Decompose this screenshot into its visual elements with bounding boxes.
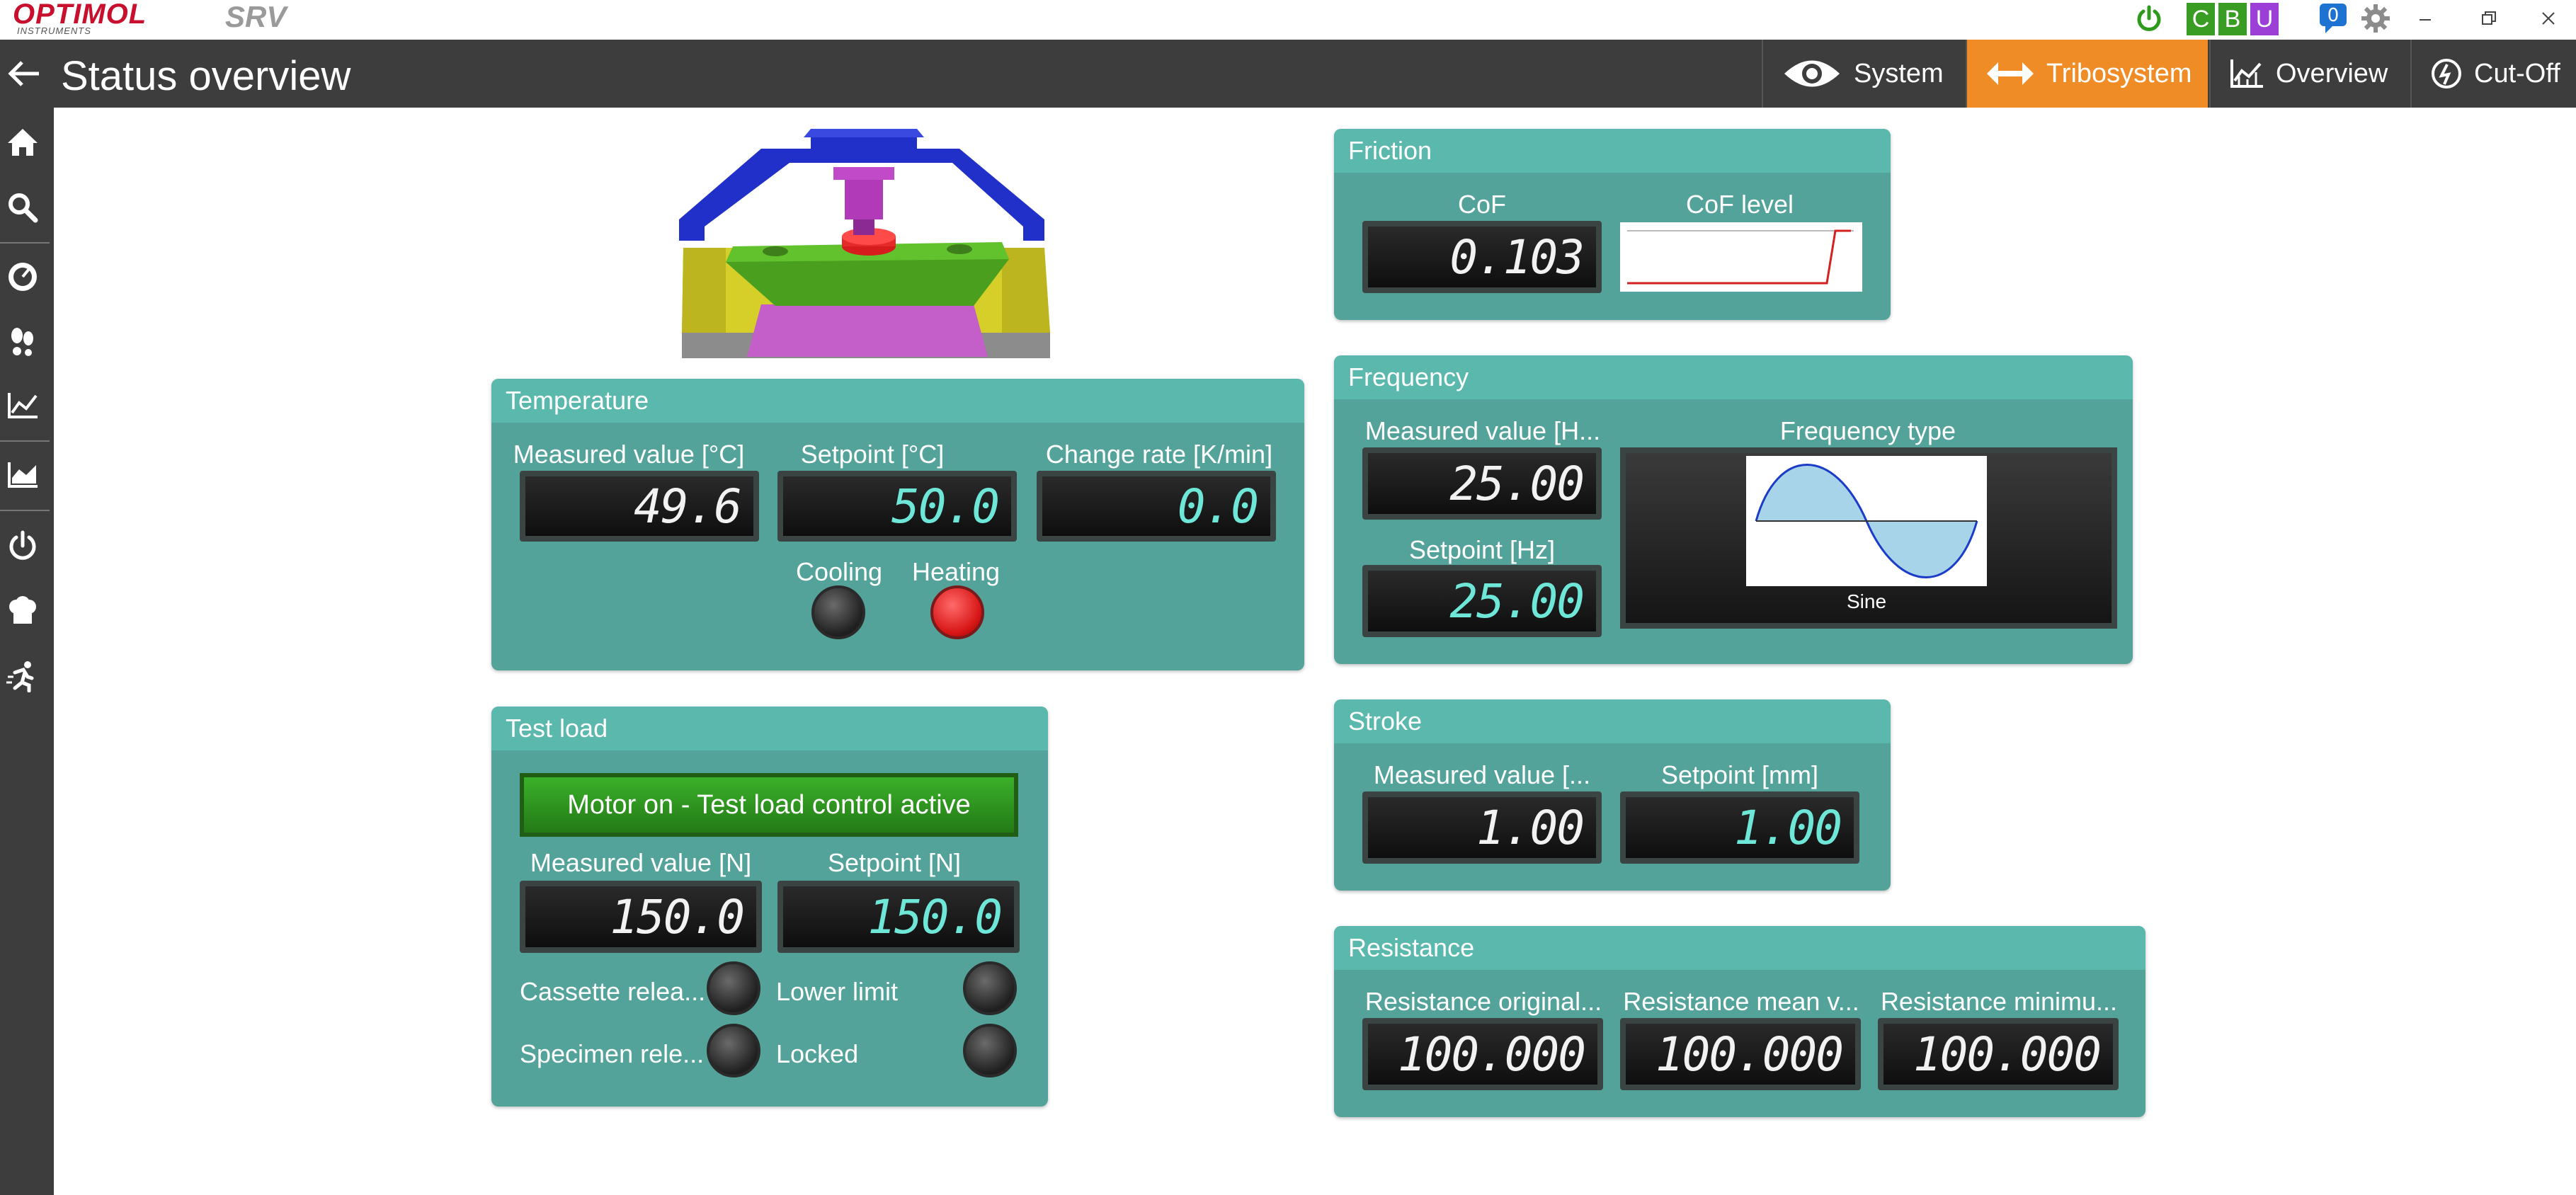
test-load-panel-title: Test load <box>491 707 1048 750</box>
frequency-type-label: Frequency type <box>1779 416 1956 445</box>
cassette-release-label: Cassette relea... <box>520 977 706 1006</box>
tab-cut-off[interactable]: Cut-Off <box>2410 40 2576 108</box>
frequency-panel-title: Frequency <box>1334 355 2133 399</box>
resistance-original-label: Resistance original... <box>1364 987 1602 1016</box>
power-status-icon[interactable] <box>2131 0 2167 37</box>
double-arrow-icon <box>1985 59 2035 88</box>
frequency-panel: Frequency Measured value [H... 25.00 Set… <box>1334 355 2133 664</box>
cooling-label: Cooling <box>795 557 883 586</box>
frequency-setpoint-label: Setpoint [Hz] <box>1408 535 1556 564</box>
stroke-measured-display: 1.00 <box>1362 791 1602 864</box>
tab-system[interactable]: System <box>1762 40 1964 108</box>
chart-icon <box>2229 58 2264 89</box>
page-title: Status overview <box>61 53 351 99</box>
title-bar: OPTIMOL INSTRUMENTS SRV C B U 0 <box>0 0 2576 40</box>
locked-label: Locked <box>776 1039 859 1068</box>
cooling-indicator-led <box>811 585 865 639</box>
test-load-setpoint-display: 150.0 <box>777 881 1020 953</box>
tab-tribosystem[interactable]: Tribosystem <box>1966 40 2208 108</box>
cof-label: CoF <box>1457 190 1506 219</box>
frequency-type-selector[interactable]: Sine <box>1620 447 2117 629</box>
gear-icon[interactable] <box>2356 0 2395 37</box>
resistance-mean-display: 100.000 <box>1620 1018 1861 1090</box>
test-load-measured-display: 150.0 <box>520 881 762 953</box>
heating-label: Heating <box>911 557 1001 586</box>
badge-c[interactable]: C <box>2187 3 2215 35</box>
tribosystem-illustration <box>676 120 1052 358</box>
close-button[interactable] <box>2531 4 2566 33</box>
stroke-panel: Stroke Measured value [... Setpoint [mm]… <box>1334 699 1891 891</box>
line-chart-icon[interactable] <box>0 381 45 430</box>
frequency-setpoint-display: 25.00 <box>1362 565 1602 637</box>
back-arrow-icon[interactable] <box>3 54 45 93</box>
area-chart-icon[interactable] <box>0 450 45 500</box>
test-load-setpoint-label: Setpoint [N] <box>827 848 962 877</box>
notification-icon[interactable]: 0 <box>2315 0 2351 37</box>
test-load-measured-label: Measured value [N] <box>530 848 752 877</box>
search-icon[interactable] <box>0 183 45 232</box>
friction-panel: Friction CoF CoF level 0.103 <box>1334 129 1891 320</box>
eye-icon <box>1782 56 1842 91</box>
resistance-mean-label: Resistance mean v... <box>1623 987 1859 1016</box>
cof-level-chart <box>1620 222 1862 292</box>
home-icon[interactable] <box>0 118 45 167</box>
gauge-icon[interactable] <box>0 252 45 302</box>
temperature-measured-label: Measured value [°C] <box>513 440 745 469</box>
resistance-panel-title: Resistance <box>1334 926 2145 970</box>
cof-level-label: CoF level <box>1685 190 1794 219</box>
sidebar-divider <box>0 440 50 442</box>
footprints-icon[interactable] <box>0 317 45 367</box>
resistance-minimum-label: Resistance minimu... <box>1880 987 2118 1016</box>
specimen-release-led <box>707 1024 760 1077</box>
temperature-measured-display: 49.6 <box>520 471 759 542</box>
badge-u[interactable]: U <box>2250 3 2279 35</box>
restore-button[interactable] <box>2471 4 2507 33</box>
temperature-panel: Temperature Measured value [°C] Setpoint… <box>491 379 1304 670</box>
sidebar <box>0 108 54 1195</box>
sidebar-divider <box>0 510 50 511</box>
tab-overview[interactable]: Overview <box>2209 40 2409 108</box>
test-load-panel: Test load Motor on - Test load control a… <box>491 707 1048 1107</box>
resistance-minimum-display: 100.000 <box>1878 1018 2119 1090</box>
resistance-original-display: 100.000 <box>1362 1018 1603 1090</box>
optimol-logo: OPTIMOL INSTRUMENTS <box>13 0 147 36</box>
cutoff-icon <box>2430 57 2463 90</box>
badge-b[interactable]: B <box>2218 3 2247 35</box>
frequency-type-value: Sine <box>1846 590 1887 612</box>
frequency-measured-display: 25.00 <box>1362 447 1602 520</box>
lower-limit-led <box>963 961 1017 1015</box>
sidebar-divider <box>0 242 50 244</box>
lower-limit-label: Lower limit <box>776 977 899 1006</box>
emergency-exit-icon[interactable] <box>0 651 45 701</box>
cof-display: 0.103 <box>1362 221 1602 293</box>
locked-led <box>963 1024 1017 1077</box>
specimen-release-label: Specimen rele... <box>520 1039 705 1068</box>
frequency-measured-label: Measured value [H... <box>1364 416 1601 445</box>
motor-control-button[interactable]: Motor on - Test load control active <box>520 773 1018 837</box>
temperature-rate-display: 0.0 <box>1037 471 1276 542</box>
friction-panel-title: Friction <box>1334 129 1891 173</box>
power-icon[interactable] <box>0 521 45 571</box>
temperature-rate-label: Change rate [K/min] <box>1045 440 1273 469</box>
cassette-release-led <box>707 961 760 1015</box>
svg-text:0: 0 <box>2327 5 2340 26</box>
stroke-panel-title: Stroke <box>1334 699 1891 743</box>
srv-logo: SRV <box>225 0 287 33</box>
resistance-panel: Resistance Resistance original... Resist… <box>1334 926 2145 1117</box>
header-bar: Status overview System Tribosystem Overv… <box>0 40 2576 108</box>
minimize-button[interactable] <box>2407 4 2443 33</box>
temperature-setpoint-display: 50.0 <box>777 471 1017 542</box>
heating-indicator-led <box>930 585 984 639</box>
stroke-setpoint-label: Setpoint [mm] <box>1660 760 1819 789</box>
chef-hat-icon[interactable] <box>0 586 45 636</box>
temperature-setpoint-label: Setpoint [°C] <box>800 440 945 469</box>
sine-wave-icon <box>1746 456 1987 586</box>
stroke-measured-label: Measured value [... <box>1373 760 1591 789</box>
temperature-panel-title: Temperature <box>491 379 1304 423</box>
stroke-setpoint-display: 1.00 <box>1620 791 1859 864</box>
